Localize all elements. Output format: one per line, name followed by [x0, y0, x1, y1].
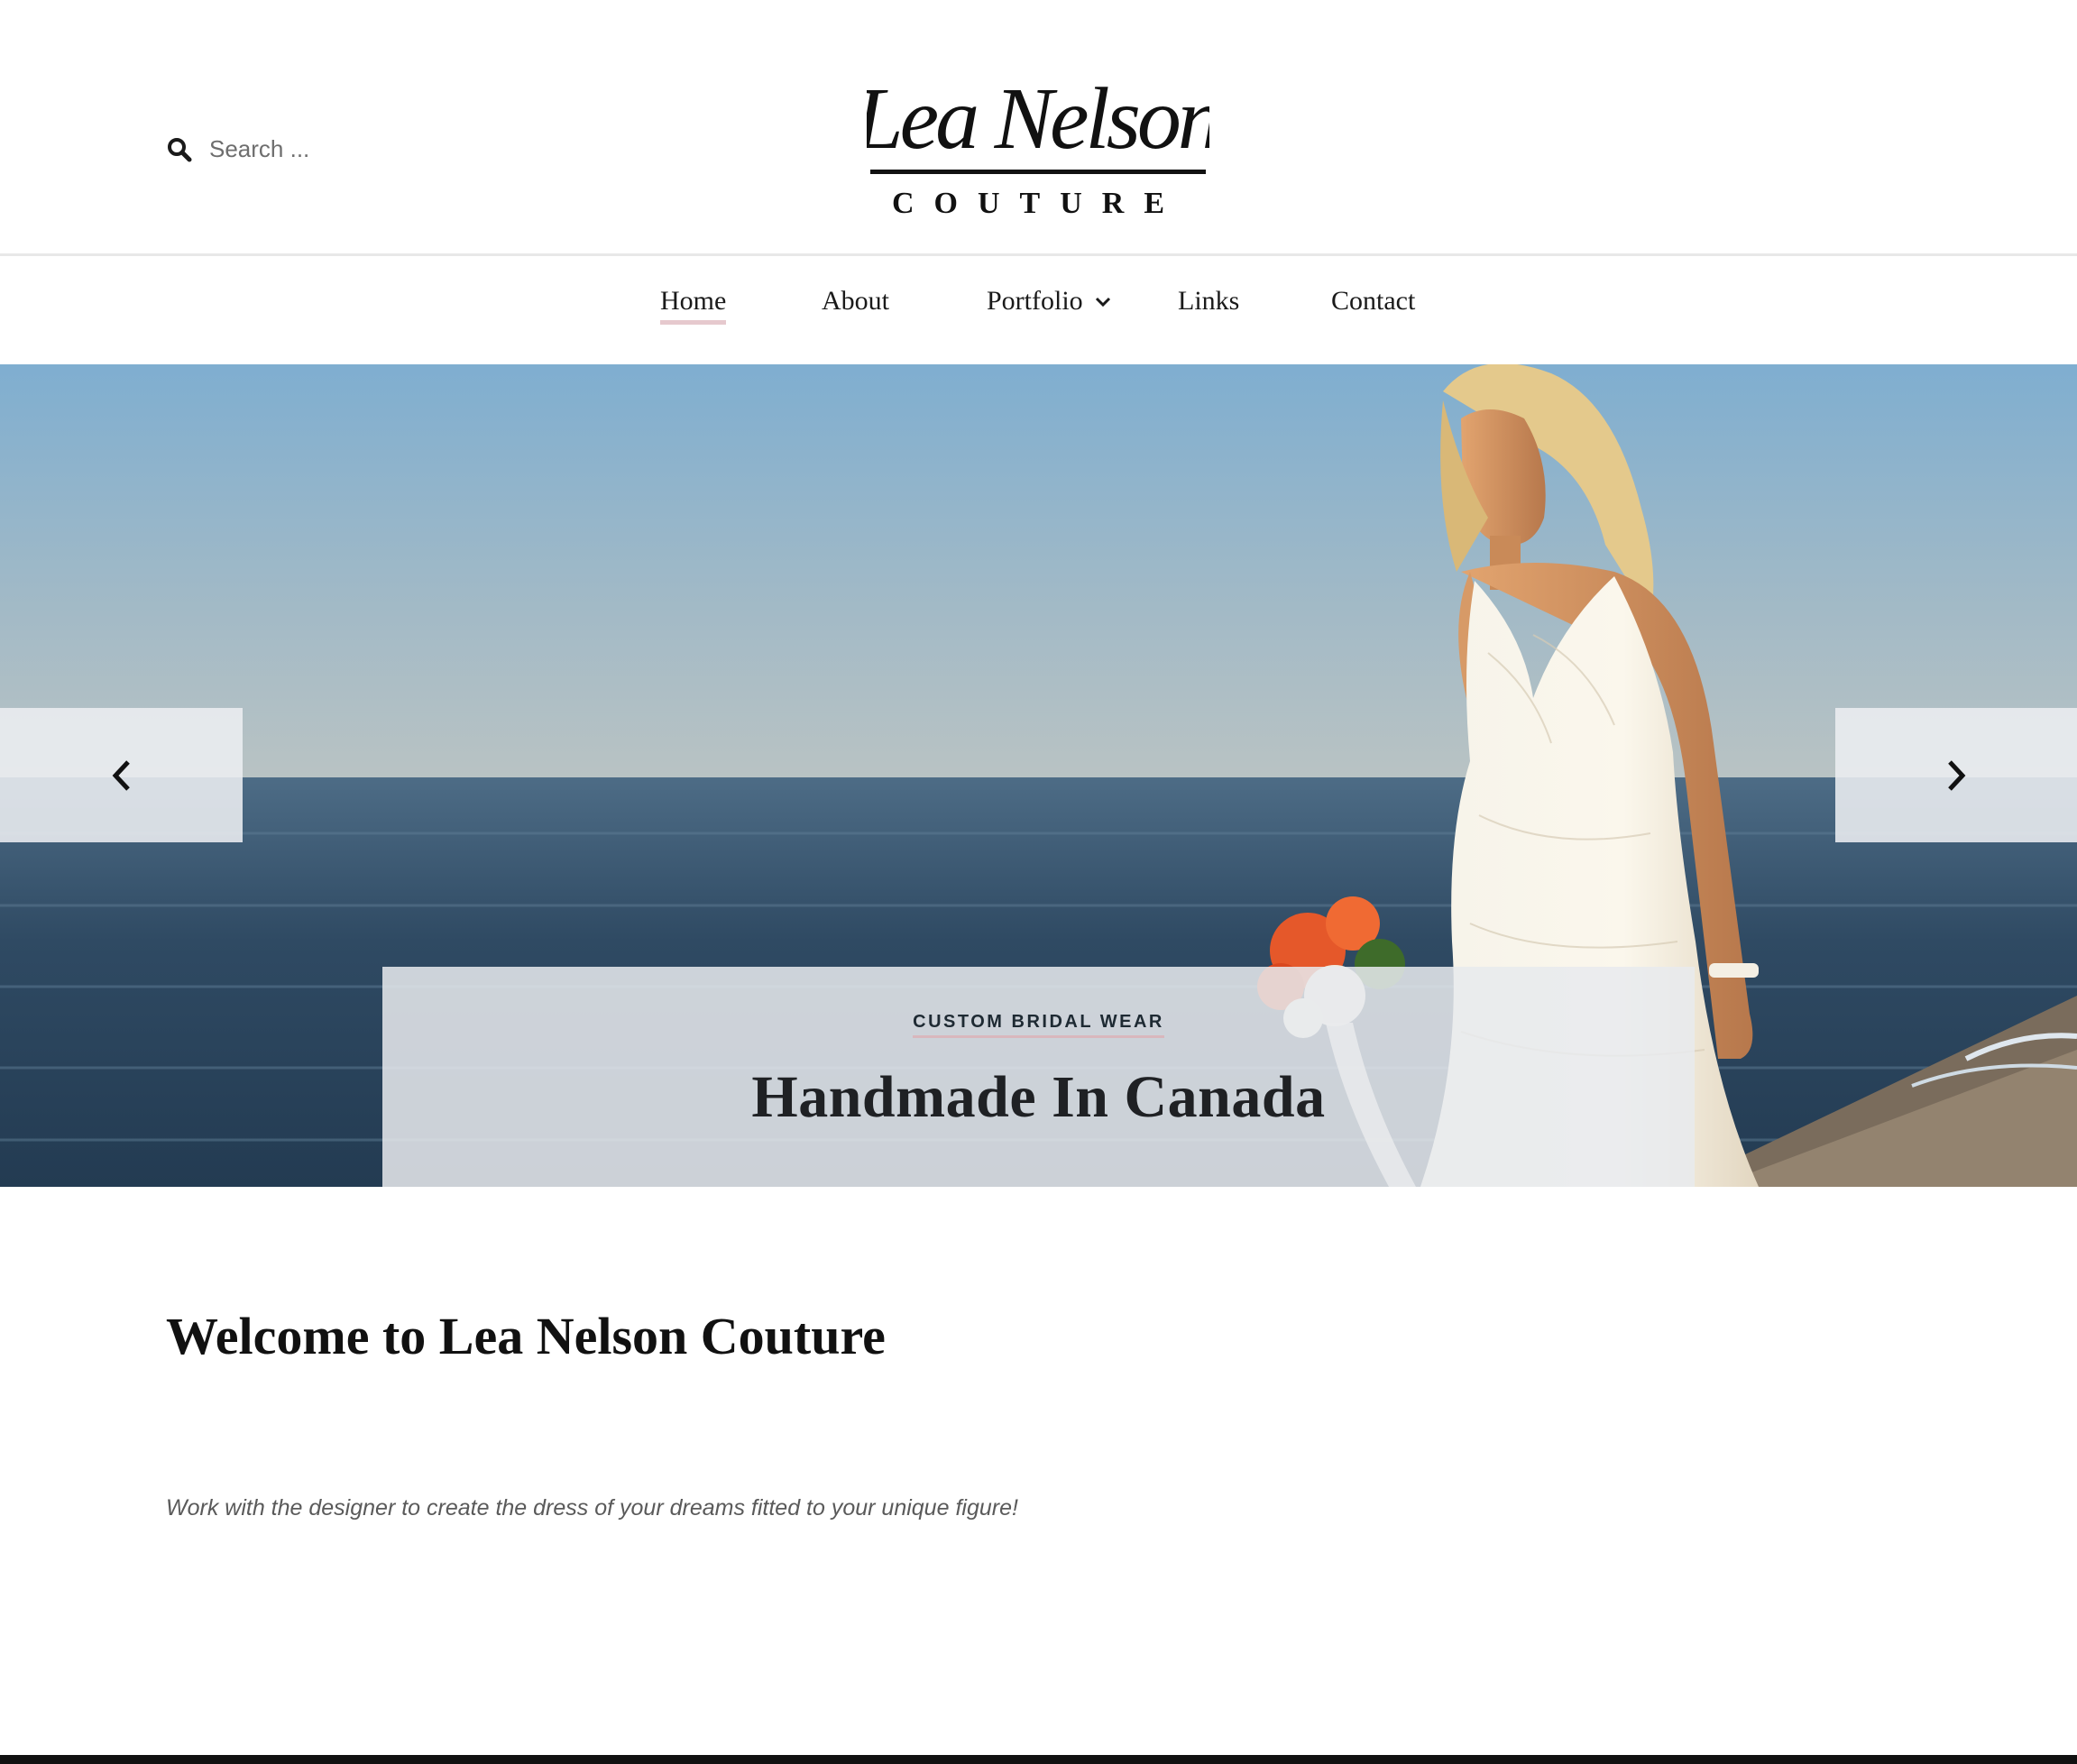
slider-next-button[interactable]	[1835, 708, 2077, 842]
intro-text: Work with the designer to create the dre…	[166, 1495, 1018, 1521]
nav-item-contact[interactable]: Contact	[1331, 286, 1415, 325]
search-input[interactable]	[209, 135, 480, 163]
nav-label-about: About	[822, 286, 889, 316]
hero-kicker[interactable]: CUSTOM BRIDAL WEAR	[913, 1012, 1164, 1038]
logo-name: Lea Nelson	[867, 70, 1209, 168]
logo-tagline: COUTURE	[892, 187, 1184, 220]
hero-caption: CUSTOM BRIDAL WEAR Handmade In Canada	[382, 967, 1695, 1187]
hero-title: Handmade In Canada	[751, 1064, 1326, 1130]
nav-item-links[interactable]: Links	[1178, 286, 1239, 325]
chevron-left-icon	[112, 759, 130, 791]
site-logo[interactable]: Lea Nelson COUTURE	[867, 58, 1209, 220]
chevron-down-icon	[1095, 297, 1110, 307]
chevron-right-icon	[1948, 759, 1966, 791]
slider-prev-button[interactable]	[0, 708, 243, 842]
nav-label-contact: Contact	[1331, 286, 1416, 316]
logo-mark: Lea Nelson COUTURE	[867, 70, 1209, 220]
page-title: Welcome to Lea Nelson Couture	[166, 1307, 886, 1365]
footer-bar	[0, 1755, 2077, 1764]
hero-slider: CUSTOM BRIDAL WEAR Handmade In Canada	[0, 364, 2077, 1187]
search-form	[166, 135, 480, 163]
nav-item-about[interactable]: About	[822, 286, 889, 325]
search-icon[interactable]	[166, 136, 193, 163]
nav-item-portfolio[interactable]: Portfolio	[987, 286, 1112, 325]
nav-label-links: Links	[1178, 286, 1240, 316]
site-header: Lea Nelson COUTURE	[0, 0, 2077, 256]
main-nav: Home About Portfolio Links Contact	[0, 259, 2077, 364]
nav-label-portfolio: Portfolio	[987, 286, 1083, 316]
nav-item-home[interactable]: Home	[660, 286, 727, 325]
nav-label-home: Home	[660, 286, 727, 325]
